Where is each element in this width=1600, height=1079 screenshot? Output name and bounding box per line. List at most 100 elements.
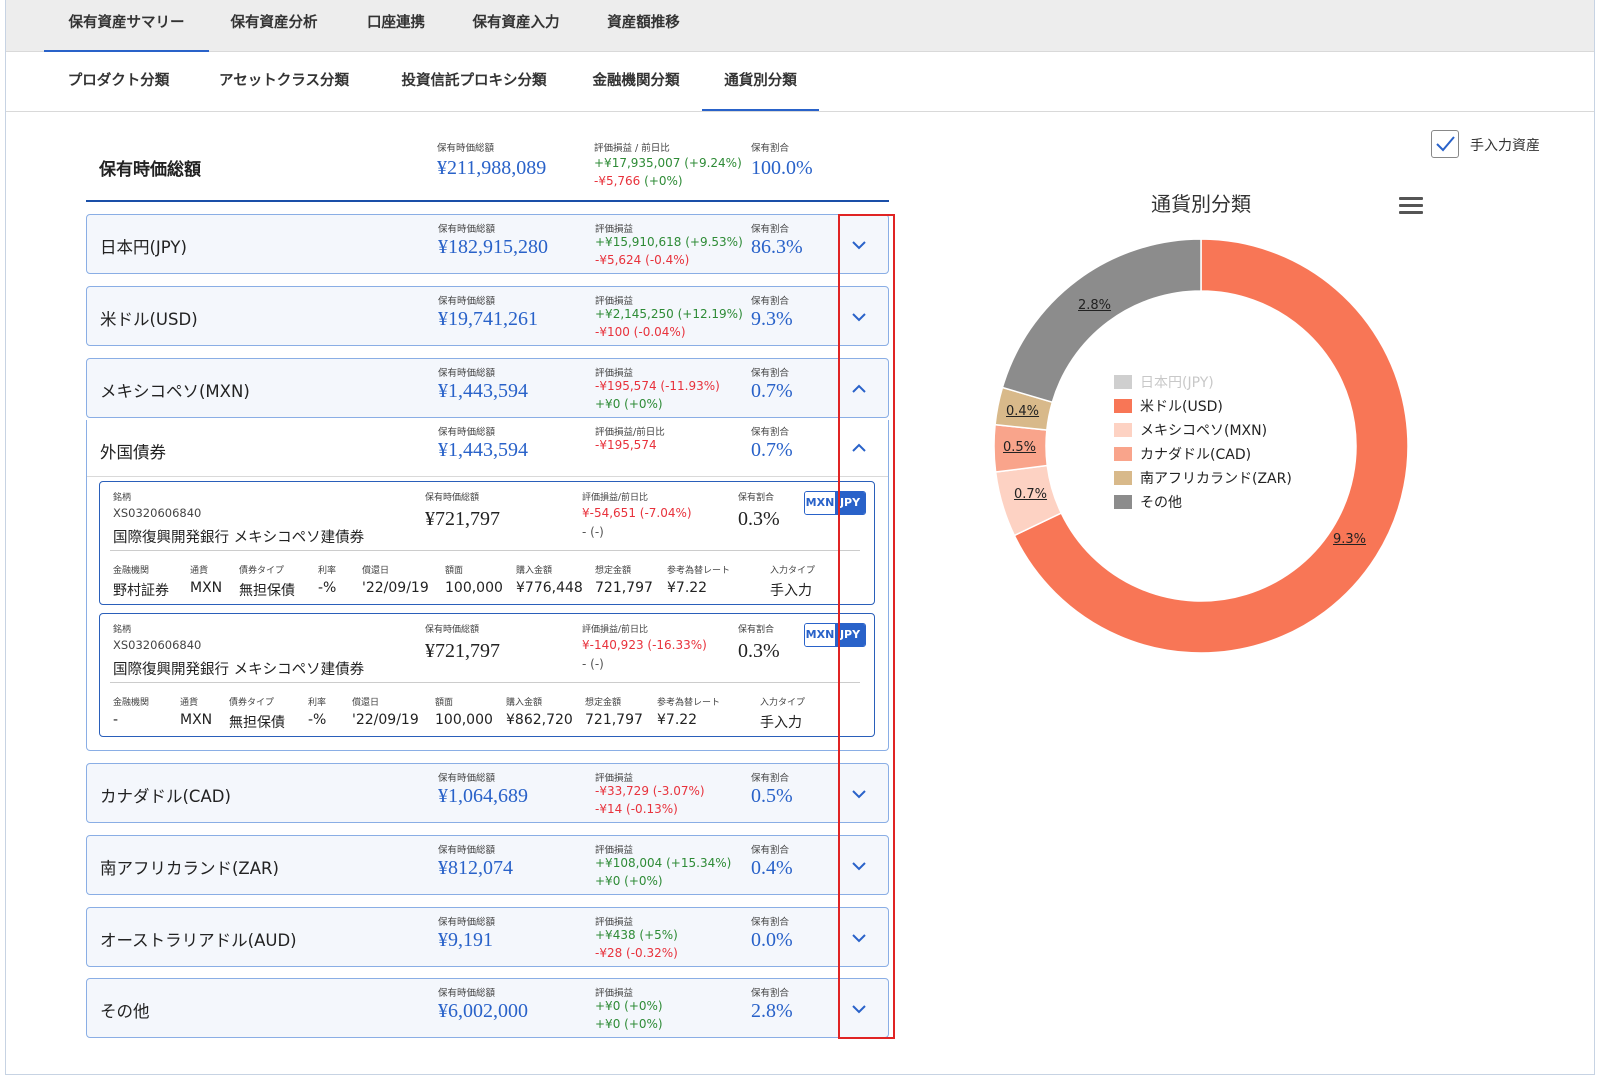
category-card-aud[interactable]: オーストラリアドル(AUD) 保有時価総額 ¥9,191 評価損益 +¥438 … — [86, 907, 889, 967]
detail-label: 通貨 — [190, 566, 209, 576]
detail-estimated: 721,797 — [595, 580, 653, 596]
tab-currency[interactable]: 通貨別分類 — [702, 52, 819, 111]
highlight-box — [838, 214, 895, 1039]
ratio-label: 保有割合 — [751, 296, 790, 307]
bond-code: XS0320606840 — [113, 506, 202, 520]
detail-input-type: 手入力 — [760, 715, 802, 731]
detail-maturity: '22/09/19 — [352, 712, 419, 728]
subcategory-pl: -¥195,574 — [595, 438, 657, 452]
detail-label: 債券タイプ — [229, 698, 275, 708]
legend-label: カナダドル(CAD) — [1140, 447, 1252, 463]
toggle-mxn-button[interactable]: MXN — [805, 492, 835, 514]
legend-item-mxn[interactable]: メキシコペソ(MXN) — [1114, 420, 1267, 439]
detail-face-value: 100,000 — [435, 712, 493, 728]
tab-account-link[interactable]: 口座連携 — [356, 0, 436, 52]
value-label: 保有時価総額 — [438, 845, 496, 856]
category-name: その他 — [100, 1002, 150, 1021]
divider — [110, 682, 860, 683]
category-ratio: 2.8% — [751, 1000, 793, 1022]
detail-rate: -% — [318, 580, 337, 596]
tab-holdings-analysis[interactable]: 保有資産分析 — [219, 0, 329, 52]
ratio-label: 保有割合 — [738, 493, 775, 503]
category-pl: +¥15,910,618 (+9.53%) — [595, 235, 743, 249]
ratio-label: 保有割合 — [751, 773, 790, 784]
subcategory-ratio: 0.7% — [751, 439, 793, 461]
bond-code: XS0320606840 — [113, 638, 202, 652]
legend-item-other[interactable]: その他 — [1114, 492, 1182, 511]
bond-value: ¥721,797 — [425, 640, 500, 662]
tab-holdings-summary[interactable]: 保有資産サマリー — [44, 0, 209, 52]
bond-name: 国際復興開発銀行 メキシコペソ建債券 — [113, 530, 365, 546]
value-label: 保有時価総額 — [438, 988, 496, 999]
category-card-jpy[interactable]: 日本円(JPY) 保有時価総額 ¥182,915,280 評価損益 +¥15,9… — [86, 214, 889, 274]
tab-holdings-input[interactable]: 保有資産入力 — [461, 0, 571, 52]
total-pl-label: 評価損益 / 前日比 — [594, 143, 670, 154]
bond-day-change: - (-) — [582, 525, 604, 539]
detail-label: 想定金額 — [585, 698, 622, 708]
value-label: 保有時価総額 — [425, 625, 480, 635]
tab-institution[interactable]: 金融機関分類 — [581, 52, 691, 111]
value-label: 保有時価総額 — [438, 917, 496, 928]
category-card-mxn[interactable]: メキシコペソ(MXN) 保有時価総額 ¥1,443,594 評価損益 -¥195… — [86, 358, 889, 418]
detail-face-value: 100,000 — [445, 580, 503, 596]
category-name: 日本円(JPY) — [100, 238, 187, 257]
legend-swatch — [1114, 423, 1132, 437]
detail-bond-type: 無担保債 — [239, 583, 295, 599]
category-value: ¥182,915,280 — [438, 236, 548, 258]
category-ratio: 0.0% — [751, 929, 793, 951]
slice-label-zar: 0.4% — [1006, 404, 1040, 419]
pl-day-label: 評価損益/前日比 — [582, 625, 649, 635]
tab-product[interactable]: プロダクト分類 — [56, 52, 181, 111]
detail-label: 債券タイプ — [239, 566, 285, 576]
category-card-other[interactable]: その他 保有時価総額 ¥6,002,000 評価損益 +¥0 (+0%) +¥0… — [86, 978, 889, 1038]
divider — [110, 550, 860, 551]
category-ratio: 0.4% — [751, 857, 793, 879]
bond-card: 銘柄 XS0320606840 国際復興開発銀行 メキシコペソ建債券 保有時価総… — [99, 613, 875, 737]
legend-item-jpy[interactable]: 日本円(JPY) — [1114, 372, 1214, 391]
category-value: ¥1,064,689 — [438, 785, 528, 807]
tab-fund-proxy[interactable]: 投資信託プロキシ分類 — [384, 52, 564, 111]
legend-swatch — [1114, 447, 1132, 461]
toggle-mxn-button[interactable]: MXN — [805, 624, 835, 646]
detail-label: 利率 — [308, 698, 327, 708]
pl-label: 評価損益 — [595, 988, 634, 999]
category-day-change: -¥14 (-0.13%) — [595, 802, 678, 816]
slice-label-other: 2.8% — [1078, 298, 1112, 313]
category-day-change: +¥0 (+0%) — [595, 397, 663, 411]
ratio-label: 保有割合 — [751, 427, 790, 438]
app-root: 保有資産サマリー 保有資産分析 口座連携 保有資産入力 資産額推移 プロダクト分… — [5, 0, 1595, 1075]
pl-label: 評価損益 — [595, 845, 634, 856]
category-ratio: 86.3% — [751, 236, 803, 258]
value-label: 保有時価総額 — [438, 773, 496, 784]
category-card-usd[interactable]: 米ドル(USD) 保有時価総額 ¥19,741,261 評価損益 +¥2,145… — [86, 286, 889, 346]
tab-asset-class[interactable]: アセットクラス分類 — [204, 52, 364, 111]
legend-item-cad[interactable]: カナダドル(CAD) — [1114, 444, 1252, 463]
pl-label: 評価損益 — [595, 224, 634, 235]
legend-item-zar[interactable]: 南アフリカランド(ZAR) — [1114, 468, 1292, 487]
subcategory-value: ¥1,443,594 — [438, 439, 528, 461]
pl-label: 評価損益 — [595, 368, 634, 379]
subcategory-foreign-bonds[interactable]: 外国債券 保有時価総額 ¥1,443,594 評価損益/前日比 -¥195,57… — [87, 420, 888, 477]
manual-asset-checkbox[interactable] — [1431, 130, 1459, 158]
total-pl: +¥17,935,007 (+9.24%) — [594, 156, 742, 170]
category-card-zar[interactable]: 南アフリカランド(ZAR) 保有時価総額 ¥812,074 評価損益 +¥108… — [86, 835, 889, 895]
detail-label: 金融機関 — [113, 698, 150, 708]
tab-asset-trend[interactable]: 資産額推移 — [596, 0, 691, 52]
bond-ratio: 0.3% — [738, 640, 780, 662]
total-day-pct: (+0%) — [644, 174, 683, 188]
detail-fx-rate: ¥7.22 — [657, 712, 698, 728]
detail-institution: 野村証券 — [113, 583, 169, 599]
detail-label: 償還日 — [362, 566, 390, 576]
value-label: 保有時価総額 — [438, 368, 496, 379]
detail-label: 入力タイプ — [770, 566, 816, 576]
detail-label: 金融機関 — [113, 566, 150, 576]
legend-swatch — [1114, 495, 1132, 509]
category-name: 米ドル(USD) — [100, 310, 198, 329]
chart-menu-icon[interactable] — [1399, 197, 1423, 217]
category-name: メキシコペソ(MXN) — [100, 382, 250, 401]
detail-bond-type: 無担保債 — [229, 715, 285, 731]
legend-item-usd[interactable]: 米ドル(USD) — [1114, 396, 1223, 415]
total-day-value: -¥5,766 — [594, 174, 641, 188]
category-card-cad[interactable]: カナダドル(CAD) 保有時価総額 ¥1,064,689 評価損益 -¥33,7… — [86, 763, 889, 823]
category-pl: +¥0 (+0%) — [595, 999, 663, 1013]
